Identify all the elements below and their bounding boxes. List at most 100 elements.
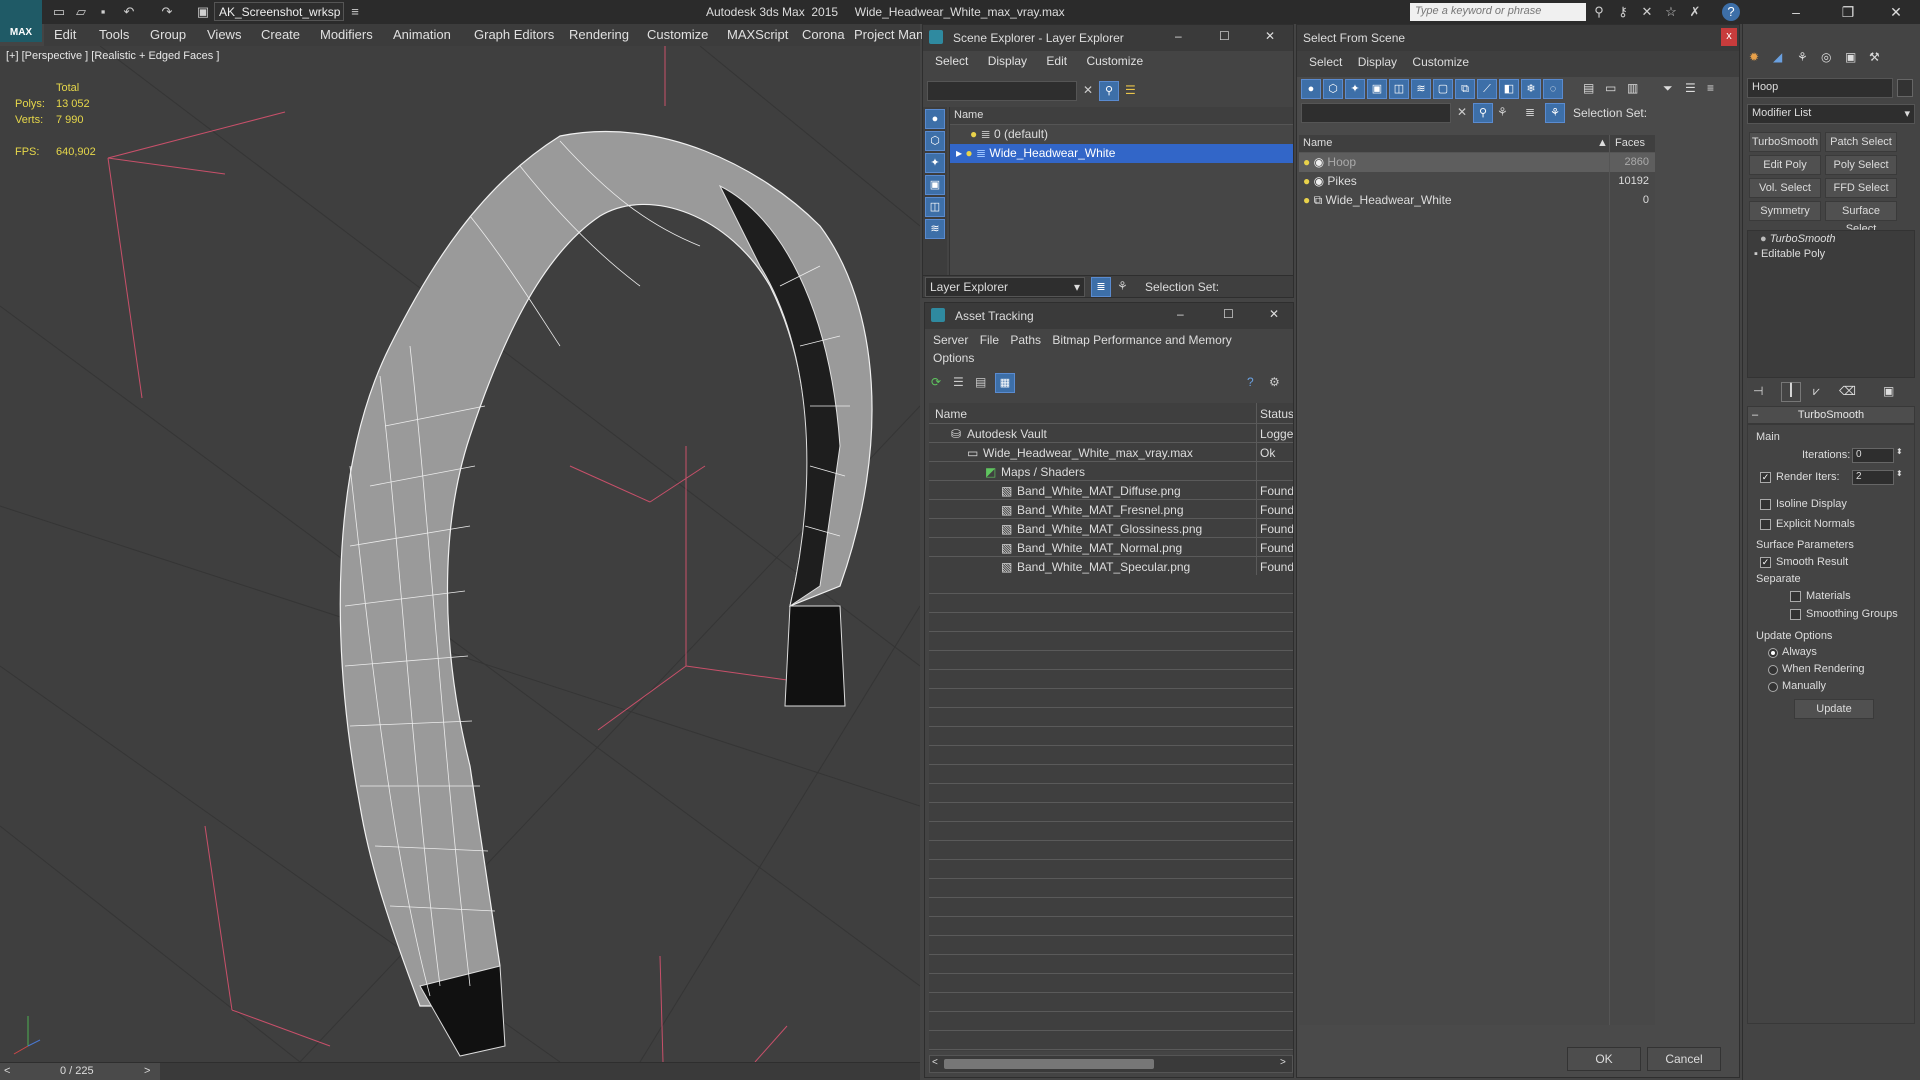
sfs-xrefs-icon[interactable]: ⧉ (1455, 79, 1475, 99)
scene-explorer-menu-edit[interactable]: Edit (1038, 51, 1075, 71)
utilities-tab-icon[interactable]: ⚒ (1869, 50, 1880, 64)
close-icon[interactable]: ✕ (1886, 2, 1906, 22)
help-search-input[interactable]: Type a keyword or phrase (1410, 3, 1586, 21)
update-when-rendering-radio[interactable] (1768, 665, 1778, 675)
sfs-bones-icon[interactable]: ⟋ (1477, 79, 1497, 99)
sfs-options-icon[interactable]: ≡ (1707, 81, 1714, 95)
filter-icon[interactable]: ⚲ (1099, 81, 1119, 101)
modifier-button-patch-select[interactable]: Patch Select (1825, 132, 1897, 152)
asset-menu-options[interactable]: Options (929, 347, 1289, 365)
explorer-type-dropdown[interactable]: Layer Explorer ▾ (925, 277, 1085, 297)
isoline-display-checkbox[interactable] (1760, 499, 1771, 510)
menu-tools[interactable]: Tools (99, 27, 129, 42)
turbosmooth-rollout-header[interactable]: – TurboSmooth (1747, 406, 1915, 424)
update-button[interactable]: Update (1794, 699, 1874, 719)
make-unique-icon[interactable]: ⩗ (1813, 384, 1820, 399)
lightbulb-icon[interactable]: ● (1303, 174, 1310, 188)
select-from-scene-close-button[interactable]: x (1721, 28, 1737, 46)
display-spacewarps-icon[interactable]: ≋ (925, 219, 945, 239)
sfs-geometry-icon[interactable]: ● (1301, 79, 1321, 99)
iterations-spinner[interactable]: 0 (1852, 448, 1894, 463)
asset-menu-paths[interactable]: Paths (1006, 333, 1045, 347)
lightbulb-icon[interactable]: ● (1303, 193, 1310, 207)
asset-row[interactable]: ▭ Wide_Headwear_White_max_vray.max Ok (929, 443, 1293, 462)
favorites-icon[interactable]: ☆ (1662, 3, 1680, 21)
smooth-result-checkbox[interactable]: ✓ (1760, 557, 1771, 568)
sfs-sort-icon[interactable]: ☰ (1685, 81, 1696, 95)
sfs-clear-search-icon[interactable]: ✕ (1457, 105, 1467, 119)
update-manually-radio[interactable] (1768, 682, 1778, 692)
display-geometry-icon[interactable]: ● (925, 109, 945, 129)
sfs-select-children-icon[interactable]: ⚘ (1497, 105, 1508, 119)
modifier-toggle-icon[interactable]: ● (1760, 233, 1767, 245)
sfs-cameras-icon[interactable]: ▣ (1367, 79, 1387, 99)
track-bar[interactable] (160, 1062, 920, 1080)
open-file-icon[interactable]: ▱ (72, 3, 90, 21)
sfs-find-filter-icon[interactable]: ⚲ (1473, 103, 1493, 123)
restore-icon[interactable]: ❐ (1838, 2, 1858, 22)
asset-column-name[interactable]: Name (935, 407, 967, 421)
layer-row[interactable]: ● ≣ 0 (default) (950, 125, 1293, 144)
sort-arrow-icon[interactable]: ▲ (1597, 137, 1608, 149)
sfs-hierarchy-icon[interactable]: ⚘ (1545, 103, 1565, 123)
undo-icon[interactable]: ↶ (120, 3, 138, 21)
key-icon[interactable]: ⚷ (1614, 3, 1632, 21)
time-prev-icon[interactable]: < (4, 1065, 10, 1077)
sfs-column-divider[interactable] (1609, 135, 1610, 153)
sfs-hidden-icon[interactable]: ◌ (1543, 79, 1563, 99)
menu-customize[interactable]: Customize (647, 27, 708, 42)
modifier-button-ffd-select[interactable]: FFD Select (1825, 178, 1897, 198)
asset-menu-bitmap-performance[interactable]: Bitmap Performance and Memory (1048, 333, 1235, 347)
sfs-object-row[interactable]: ● ⧉ Wide_Headwear_White 0 (1299, 191, 1655, 210)
sfs-display-all-icon[interactable]: ▤ (1583, 81, 1594, 95)
scene-explorer-menu-customize[interactable]: Customize (1078, 51, 1151, 71)
scene-explorer-title-bar[interactable]: Scene Explorer - Layer Explorer – ☐ ✕ (923, 25, 1293, 51)
sfs-object-row[interactable]: ● ◉ Hoop 2860 (1299, 153, 1655, 172)
display-lights-icon[interactable]: ✦ (925, 153, 945, 173)
sfs-containers-icon[interactable]: ◧ (1499, 79, 1519, 99)
sfs-menu-display[interactable]: Display (1352, 55, 1403, 69)
scene-explorer-minimize-icon[interactable]: – (1175, 29, 1182, 43)
layer-tree-column-name[interactable]: Name (950, 107, 1293, 125)
scene-explorer-close-icon[interactable]: ✕ (1265, 29, 1275, 43)
update-always-radio[interactable] (1768, 648, 1778, 658)
scroll-thumb[interactable] (944, 1059, 1154, 1069)
menu-rendering[interactable]: Rendering (569, 27, 629, 42)
sfs-filter-icon[interactable]: ⏷ (1663, 81, 1673, 96)
asset-tracking-title-bar[interactable]: Asset Tracking – ☐ ✕ (925, 303, 1293, 329)
refresh-icon[interactable]: ⟳ (931, 375, 941, 389)
save-icon[interactable]: ▪ (94, 3, 112, 21)
menu-maxscript[interactable]: MAXScript (727, 27, 788, 42)
modifier-stack-item[interactable]: ● TurboSmooth (1748, 231, 1914, 247)
spinner-arrows-icon[interactable]: ⬍ (1896, 447, 1903, 456)
app-logo[interactable]: MAX (0, 0, 42, 42)
subscription-icon[interactable]: ✕ (1638, 3, 1656, 21)
asset-row[interactable]: ▧ Band_White_MAT_Glossiness.png Found (929, 519, 1293, 538)
render-iters-spinner[interactable]: 2 (1852, 470, 1894, 485)
hierarchy-icon[interactable]: ⚘ (1117, 279, 1128, 293)
scene-explorer-menu-display[interactable]: Display (980, 51, 1035, 71)
scene-explorer-search-input[interactable] (927, 81, 1077, 101)
menu-edit[interactable]: Edit (54, 27, 76, 42)
communication-icon[interactable]: ✗ (1686, 3, 1704, 21)
expand-icon[interactable]: ▪ (1754, 248, 1758, 260)
sfs-helpers-icon[interactable]: ◫ (1389, 79, 1409, 99)
modify-tab-icon[interactable]: ◢ (1773, 50, 1782, 64)
materials-checkbox[interactable] (1790, 591, 1801, 602)
asset-horizontal-scrollbar[interactable]: < > (929, 1055, 1293, 1073)
create-tab-icon[interactable]: ✹ (1749, 50, 1759, 64)
sfs-menu-select[interactable]: Select (1303, 55, 1348, 69)
workspace-menu-icon[interactable]: ≡ (346, 3, 364, 21)
show-end-result-icon[interactable]: ┃ (1781, 382, 1801, 402)
smoothing-groups-checkbox[interactable] (1790, 609, 1801, 620)
modifier-button-turbosmooth[interactable]: TurboSmooth (1749, 132, 1821, 152)
layer-row[interactable]: ▸ ● ≣ Wide_Headwear_White (950, 144, 1293, 163)
menu-views[interactable]: Views (207, 27, 241, 42)
sfs-lights-icon[interactable]: ✦ (1345, 79, 1365, 99)
scene-explorer-maximize-icon[interactable]: ☐ (1219, 29, 1230, 43)
binoculars-icon[interactable]: ⚲ (1590, 3, 1608, 21)
modifier-list-dropdown[interactable]: Modifier List ▾ (1747, 104, 1915, 124)
workspace-dropdown[interactable]: AK_Screenshot_wrksp (214, 2, 344, 21)
object-name-input[interactable]: Hoop (1747, 78, 1893, 98)
sfs-object-row[interactable]: ● ◉ Pikes 10192 (1299, 172, 1655, 191)
